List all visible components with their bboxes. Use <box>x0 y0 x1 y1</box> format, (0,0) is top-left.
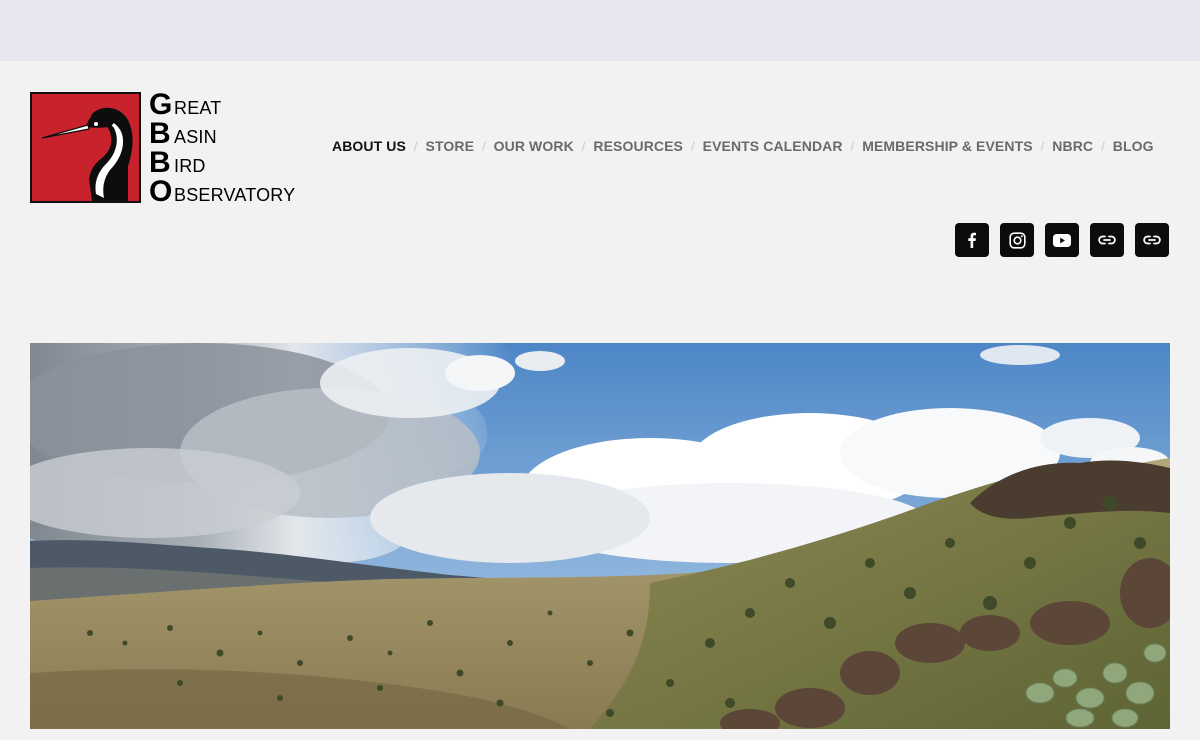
logo-word: BSERVATORY <box>174 185 296 205</box>
hero-landscape-image <box>30 343 1170 729</box>
browser-top-strip <box>0 0 1200 61</box>
instagram-icon <box>1008 231 1026 249</box>
nav-separator: / <box>1040 138 1045 154</box>
logo-line: B ASIN <box>149 117 309 150</box>
nav-separator: / <box>482 138 486 154</box>
nav-item-resources[interactable]: RESOURCES <box>593 138 683 154</box>
heron-logo-icon <box>30 92 141 203</box>
link-icon <box>1098 235 1116 245</box>
nav-separator: / <box>1101 138 1105 154</box>
page-header-area: G REAT B ASIN B IRD O BSERVATORY ABOUT U… <box>0 61 1200 740</box>
link-button[interactable] <box>1090 223 1124 257</box>
nav-separator: / <box>413 138 418 154</box>
youtube-button[interactable] <box>1045 223 1079 257</box>
nav-item-nbrc[interactable]: NBRC <box>1052 138 1093 154</box>
social-links <box>955 223 1169 257</box>
nav-separator: / <box>581 138 586 154</box>
link-icon <box>1143 235 1161 245</box>
logo-word: REAT <box>174 98 222 118</box>
logo-line: B IRD <box>149 146 309 179</box>
facebook-button[interactable] <box>955 223 989 257</box>
logo-word: IRD <box>174 156 206 176</box>
logo-initial: B <box>149 146 171 179</box>
link-button[interactable] <box>1135 223 1169 257</box>
logo-initial: O <box>149 175 173 208</box>
facebook-icon <box>968 232 976 248</box>
main-nav: ABOUT US / STORE / OUR WORK / RESOURCES … <box>332 136 1154 156</box>
instagram-button[interactable] <box>1000 223 1034 257</box>
logo-line: O BSERVATORY <box>149 175 309 208</box>
logo-initial: G <box>149 88 173 121</box>
logo-word: ASIN <box>174 127 217 147</box>
nav-item-blog[interactable]: BLOG <box>1113 138 1154 154</box>
nav-separator: / <box>850 138 855 154</box>
nav-item-membership-events[interactable]: MEMBERSHIP & EVENTS <box>862 138 1032 154</box>
logo-wordmark: G REAT B ASIN B IRD O BSERVATORY <box>149 88 309 208</box>
site-logo[interactable]: G REAT B ASIN B IRD O BSERVATORY <box>30 90 300 207</box>
nav-separator: / <box>691 138 695 154</box>
nav-item-our-work[interactable]: OUR WORK <box>494 138 574 154</box>
logo-initial: B <box>149 117 171 150</box>
nav-item-events-calendar[interactable]: EVENTS CALENDAR <box>703 138 843 154</box>
nav-item-store[interactable]: STORE <box>426 138 474 154</box>
logo-line: G REAT <box>149 88 309 121</box>
nav-item-about-us[interactable]: ABOUT US <box>332 138 406 154</box>
youtube-icon <box>1053 233 1071 247</box>
